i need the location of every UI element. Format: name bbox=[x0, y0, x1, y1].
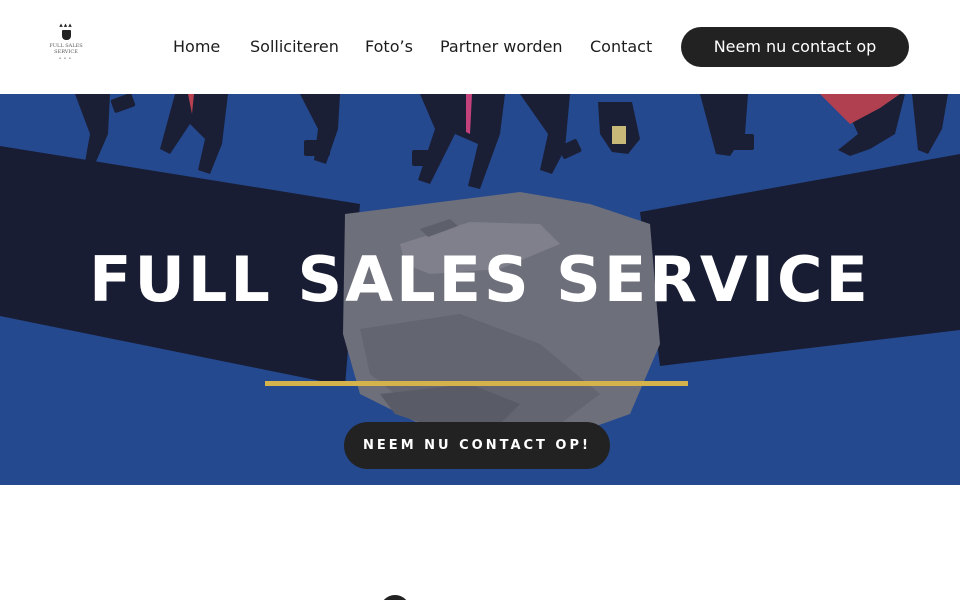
handshake-illustration bbox=[343, 192, 660, 446]
nav-fotos[interactable]: Foto’s bbox=[365, 36, 413, 58]
site-logo[interactable]: ▴▴▴ FULL SALES SERVICE ••• bbox=[44, 22, 88, 70]
nav-contact[interactable]: Contact bbox=[590, 36, 652, 58]
logo-dots: ••• bbox=[58, 56, 74, 62]
logo-name-line2: SERVICE bbox=[54, 49, 78, 55]
header-contact-button[interactable]: Neem nu contact op bbox=[681, 27, 909, 67]
crest-logo-icon bbox=[61, 30, 71, 40]
site-header: ▴▴▴ FULL SALES SERVICE ••• Home Sollicit… bbox=[0, 0, 960, 94]
nav-partner-worden[interactable]: Partner worden bbox=[440, 36, 563, 58]
hero-contact-button[interactable]: NEEM NU CONTACT OP! bbox=[344, 422, 610, 469]
logo-text: FULL SALES SERVICE bbox=[49, 43, 82, 55]
hero-divider bbox=[265, 381, 688, 386]
content-section bbox=[0, 485, 960, 600]
hero-title: FULL SALES SERVICE bbox=[89, 243, 871, 316]
hero-section: FULL SALES SERVICE NEEM NU CONTACT OP! bbox=[0, 94, 960, 485]
nav-solliciteren[interactable]: Solliciteren bbox=[250, 36, 339, 58]
nav-home[interactable]: Home bbox=[173, 36, 220, 58]
crown-icon: ▴▴▴ bbox=[59, 21, 73, 29]
circle-icon bbox=[380, 595, 410, 600]
